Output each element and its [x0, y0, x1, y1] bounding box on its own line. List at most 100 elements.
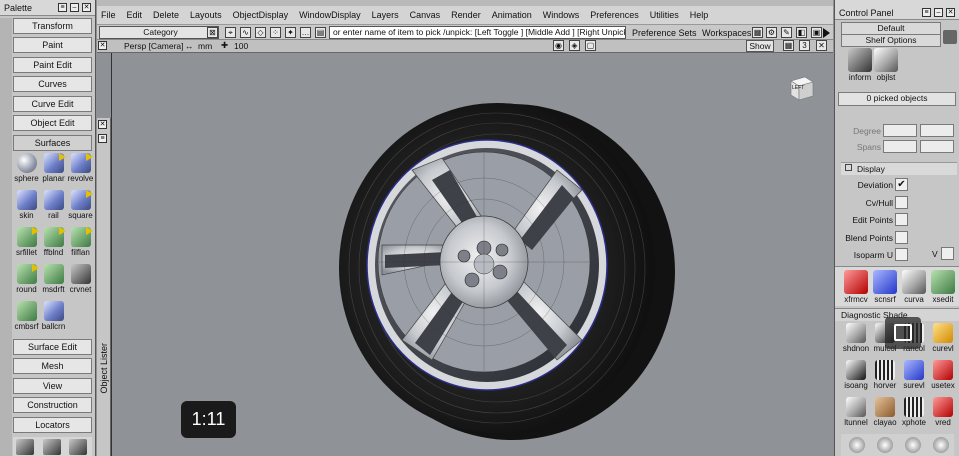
option-checkbox[interactable] [895, 213, 908, 226]
degree-input-2[interactable] [920, 124, 954, 137]
close-icon[interactable]: ✕ [816, 40, 827, 51]
close-icon[interactable]: ✕ [946, 8, 955, 17]
wheel-model[interactable] [112, 40, 834, 456]
tool-rail[interactable]: rail [40, 190, 67, 220]
option-checkbox[interactable] [895, 230, 908, 244]
tool-crvnet[interactable]: crvnet [67, 264, 94, 294]
palette-transform[interactable]: Transform [13, 18, 92, 34]
pick-list-icon[interactable]: ▤ [315, 27, 326, 38]
palette-locators[interactable]: Locators [13, 417, 92, 433]
menu-preferences[interactable]: Preferences [590, 10, 639, 20]
menu-icon[interactable]: ≡ [922, 8, 931, 17]
menu-icon[interactable]: ≡ [98, 134, 107, 143]
look-at-icon[interactable]: ◈ [569, 40, 580, 51]
option-checkbox[interactable] [895, 195, 908, 209]
tool-round[interactable]: round [13, 264, 40, 294]
tool-planar[interactable]: planar [40, 153, 67, 183]
menu-windowdisplay[interactable]: WindowDisplay [299, 10, 361, 20]
minimize-icon[interactable]: – [70, 3, 79, 12]
expand-icon[interactable] [845, 164, 852, 171]
option-checkbox[interactable] [895, 248, 908, 261]
pick-curve-icon[interactable]: ∿ [240, 27, 251, 38]
palette-paint[interactable]: Paint [13, 37, 92, 53]
diag-tool-curevl[interactable]: curevl [928, 323, 958, 353]
shade-ball-icon[interactable] [877, 437, 893, 453]
tool-ballcrn[interactable]: ballcrn [40, 301, 67, 331]
pick-name-input[interactable]: or enter name of item to pick /unpick: [… [329, 26, 626, 39]
camera-label[interactable]: Persp [Camera] [124, 41, 184, 51]
annotation-icon[interactable] [43, 439, 61, 455]
dimension-icon[interactable] [16, 439, 34, 455]
palette-paint-edit[interactable]: Paint Edit [13, 57, 92, 73]
diag-tool-xphote[interactable]: xphote [899, 397, 929, 427]
tool-sphere[interactable]: sphere [13, 153, 40, 183]
palette-object-edit[interactable]: Object Edit [13, 115, 92, 131]
menu-render[interactable]: Render [451, 10, 481, 20]
menu-edit[interactable]: Edit [127, 10, 143, 20]
spans-input-2[interactable] [920, 140, 954, 153]
menu-icon[interactable]: ≡ [58, 3, 67, 12]
layout-icon[interactable]: ▦ [783, 40, 794, 51]
palette-surface-edit[interactable]: Surface Edit [13, 339, 92, 355]
show-button[interactable]: Show [746, 40, 774, 52]
display-section-header[interactable]: Display [841, 162, 957, 175]
pin-icon[interactable]: ⊠ [207, 27, 218, 38]
palette-curve-edit[interactable]: Curve Edit [13, 96, 92, 112]
pick-point-icon[interactable]: ⌖ [225, 27, 236, 38]
menu-layers[interactable]: Layers [372, 10, 399, 20]
brush-icon[interactable]: ✎ [781, 27, 792, 38]
trash-icon[interactable] [943, 30, 957, 44]
diag-tool-ltunnel[interactable]: ltunnel [841, 397, 871, 427]
more-pick-icon[interactable]: … [300, 27, 311, 38]
diag-tool-isoang[interactable]: isoang [841, 360, 871, 390]
tool-icon[interactable]: ⚙ [766, 27, 777, 38]
preference-sets-menu[interactable]: Preference Sets [632, 27, 697, 39]
camera-icon[interactable]: ◉ [553, 40, 564, 51]
minimize-icon[interactable]: – [934, 8, 943, 17]
frame-icon[interactable]: ▢ [585, 40, 596, 51]
palette-curves[interactable]: Curves [13, 76, 92, 92]
workspaces-menu[interactable]: Workspaces [702, 27, 751, 39]
shelf-icon[interactable]: ▦ [752, 27, 763, 38]
menu-help[interactable]: Help [690, 10, 709, 20]
diag-tool-usetex[interactable]: usetex [928, 360, 958, 390]
palette-mesh[interactable]: Mesh [13, 358, 92, 374]
shade-ball-icon[interactable] [933, 437, 949, 453]
category-dropdown[interactable]: Category [99, 26, 219, 39]
menu-animation[interactable]: Animation [492, 10, 532, 20]
menu-utilities[interactable]: Utilities [650, 10, 679, 20]
tool-ffblnd[interactable]: ffblnd [40, 227, 67, 257]
close-icon[interactable]: ✕ [98, 41, 107, 50]
locator-icon[interactable] [69, 439, 87, 455]
tool-cmbsrf[interactable]: cmbsrf [13, 301, 40, 331]
shelf-tool-scnsrf[interactable]: scnsrf [870, 270, 900, 304]
palette-scrollbar[interactable] [0, 18, 12, 456]
menu-file[interactable]: File [101, 10, 116, 20]
close-icon[interactable]: ✕ [98, 120, 107, 129]
view-cube[interactable]: LEFT [785, 73, 815, 103]
view-count-badge[interactable]: 3 [799, 40, 810, 51]
tool-srfillet[interactable]: srfillet [13, 227, 40, 257]
isoparm-v-checkbox[interactable] [941, 247, 954, 260]
shelf-options-dropdown[interactable]: Shelf Options [841, 34, 941, 47]
close-icon[interactable]: ✕ [82, 3, 91, 12]
shelf-tool-xsedit[interactable]: xsedit [928, 270, 958, 304]
menu-canvas[interactable]: Canvas [410, 10, 441, 20]
pick-object-icon[interactable]: ✦ [285, 27, 296, 38]
tool-skin[interactable]: skin [13, 190, 40, 220]
diag-tool-horver[interactable]: horver [870, 360, 900, 390]
tool-revolve[interactable]: revolve [67, 153, 94, 183]
tool-filflan[interactable]: filflan [67, 227, 94, 257]
diag-tool-surevl[interactable]: surevl [899, 360, 929, 390]
spans-input[interactable] [883, 140, 917, 153]
diag-tool-clayao[interactable]: clayao [870, 397, 900, 427]
tool-msdrft[interactable]: msdrft [40, 264, 67, 294]
layer-icon[interactable]: ◧ [796, 27, 807, 38]
palette-surfaces[interactable]: Surfaces [13, 135, 92, 151]
shelf-tool-curva[interactable]: curva [899, 270, 929, 304]
menu-delete[interactable]: Delete [153, 10, 179, 20]
palette-construction[interactable]: Construction [13, 397, 92, 413]
diag-tool-shdnon[interactable]: shdnon [841, 323, 871, 353]
perspective-viewport[interactable] [111, 40, 833, 456]
shade-ball-icon[interactable] [905, 437, 921, 453]
